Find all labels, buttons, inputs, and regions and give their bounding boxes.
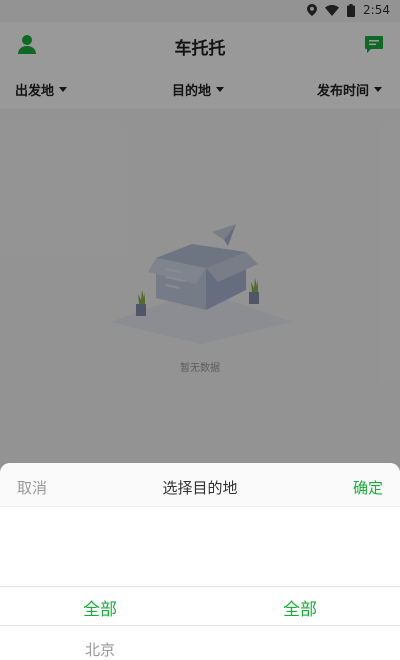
confirm-button[interactable]: 确定 [353,477,383,498]
city-selected-option[interactable]: 全部 [200,595,400,620]
city-wheel[interactable]: 全部 [200,507,400,660]
picker-title: 选择目的地 [162,479,238,497]
picker-toolbar: 取消 选择目的地 确定 [0,463,400,507]
province-wheel[interactable]: 全部 北京 [0,507,200,660]
picker-wheels: 全部 北京 全部 [0,507,400,660]
province-selected-option[interactable]: 全部 [0,595,200,620]
destination-picker: 取消 选择目的地 确定 全部 北京 全部 [0,463,400,660]
province-option[interactable]: 北京 [0,639,200,660]
